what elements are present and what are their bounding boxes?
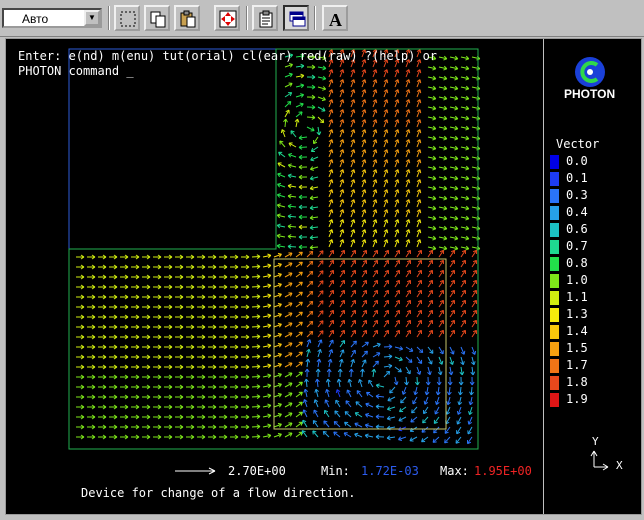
max-value: 1.95E+00 [474, 464, 532, 478]
legend-label: 0.0 [566, 154, 588, 168]
legend-swatch [550, 308, 559, 322]
paste-button[interactable] [174, 5, 200, 31]
copy-button[interactable] [144, 5, 170, 31]
y-axis-label: Y [592, 435, 599, 448]
properties-button[interactable] [252, 5, 278, 31]
legend-panel: PHOTON Vector 0.0 0.1 0.3 0.4 0.6 0.7 0.8 1.0 1.… [544, 39, 641, 514]
blocked-region-outline [69, 49, 276, 249]
legend-label: 0.1 [566, 171, 588, 185]
photon-logo-text: PHOTON [564, 87, 615, 101]
photon-window: Авто ▼ A Enter: e(nd) m(enu) tut(orial) … [0, 0, 644, 520]
legend-label: 1.1 [566, 290, 588, 304]
move-icon [219, 10, 237, 28]
legend-swatch [550, 359, 559, 373]
vector-arrows [76, 50, 480, 444]
toolbar-separator [314, 6, 316, 30]
paste-icon [179, 10, 197, 28]
console-line-1: Enter: e(nd) m(enu) tut(orial) cl(ear) r… [18, 49, 437, 63]
legend-label: 0.3 [566, 188, 588, 202]
select-icon [119, 10, 137, 28]
toolbar-separator [246, 6, 248, 30]
scale-value: 2.70E+00 [228, 464, 286, 478]
chevron-down-icon[interactable]: ▼ [84, 10, 100, 26]
font-size-value: Авто [22, 12, 48, 26]
legend-swatch [550, 393, 559, 407]
legend-swatch [550, 206, 559, 220]
legend-swatch [550, 376, 559, 390]
legend-label: 0.6 [566, 222, 588, 236]
legend-swatch [550, 291, 559, 305]
legend-label: 0.8 [566, 256, 588, 270]
max-label: Max: [440, 464, 469, 478]
font-button[interactable]: A [322, 5, 348, 31]
legend-swatch [550, 223, 559, 237]
plot-description: Device for change of a flow direction. [81, 486, 356, 500]
legend-swatch [550, 257, 559, 271]
scale-arrow-icon [174, 466, 218, 476]
photon-logo-icon [573, 55, 607, 89]
x-axis-label: X [616, 459, 623, 472]
plot-canvas[interactable]: Enter: e(nd) m(enu) tut(orial) cl(ear) r… [6, 39, 544, 514]
legend-swatch [550, 342, 559, 356]
legend-swatch [550, 172, 559, 186]
legend-label: 1.8 [566, 375, 588, 389]
legend-swatch [550, 325, 559, 339]
legend-label: 1.5 [566, 341, 588, 355]
legend-label: 1.9 [566, 392, 588, 406]
axes-icon [588, 449, 614, 471]
legend-swatch [550, 240, 559, 254]
legend-label: 1.0 [566, 273, 588, 287]
legend-swatch [550, 155, 559, 169]
window-icon [288, 10, 306, 28]
vector-field-plot[interactable] [6, 39, 543, 514]
min-label: Min: [321, 464, 350, 478]
min-value: 1.72E-03 [361, 464, 419, 478]
move-button[interactable] [214, 5, 240, 31]
legend-label: 1.4 [566, 324, 588, 338]
legend-swatch [550, 189, 559, 203]
legend-label: 1.7 [566, 358, 588, 372]
graphics-area: Enter: e(nd) m(enu) tut(orial) cl(ear) r… [5, 38, 642, 515]
legend-label: 1.3 [566, 307, 588, 321]
legend-label: 0.4 [566, 205, 588, 219]
legend-label: 0.7 [566, 239, 588, 253]
properties-icon [257, 10, 275, 28]
legend-swatch [550, 274, 559, 288]
select-button[interactable] [114, 5, 140, 31]
console-line-2: PHOTON command _ [18, 64, 134, 78]
font-icon: A [327, 10, 345, 28]
svg-text:A: A [329, 10, 342, 28]
window-button[interactable] [283, 5, 309, 31]
font-size-combo[interactable]: Авто ▼ [2, 8, 102, 28]
toolbar-separator [108, 6, 110, 30]
toolbar: Авто ▼ A [0, 0, 644, 37]
legend-title: Vector [556, 137, 599, 151]
copy-icon [149, 10, 167, 28]
